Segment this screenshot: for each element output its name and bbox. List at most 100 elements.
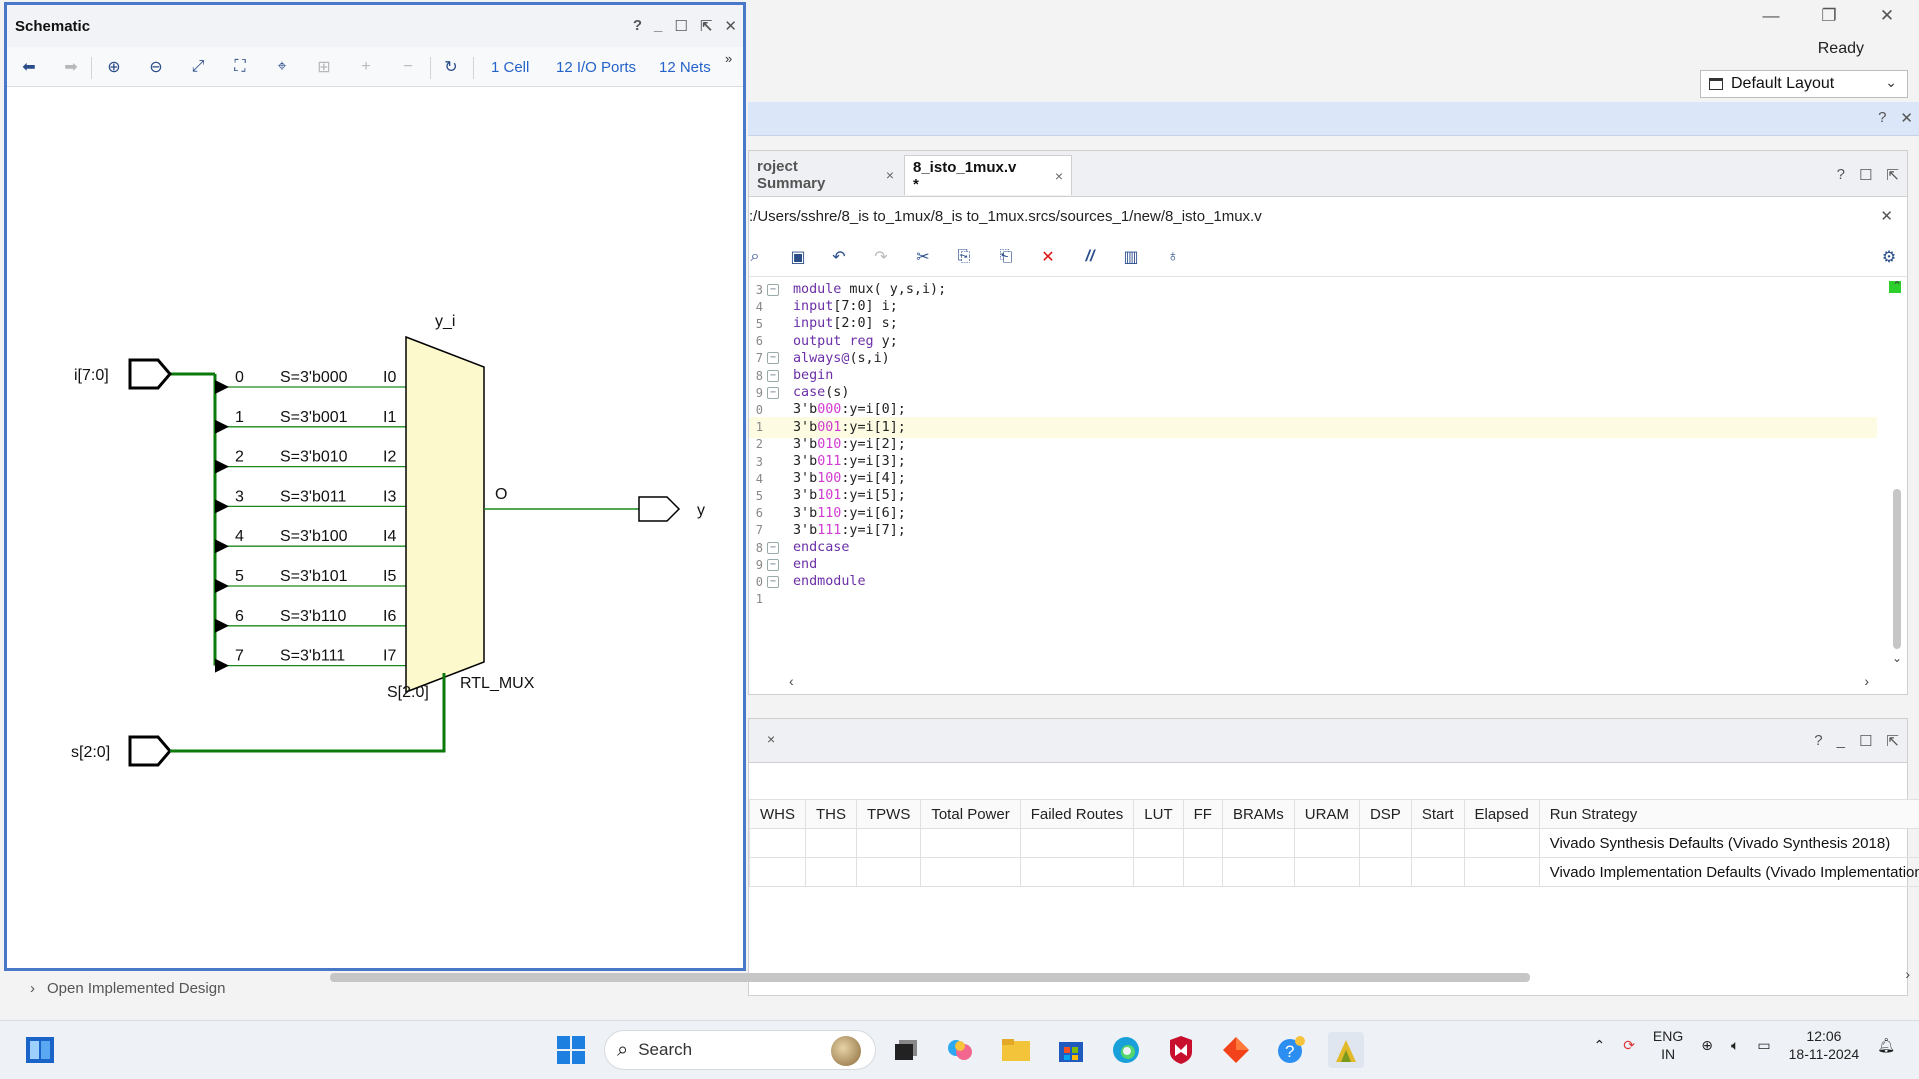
zoom-out-icon[interactable]: ⊖ bbox=[144, 55, 168, 79]
horizontal-scrollbar[interactable]: ‹ › bbox=[789, 673, 1869, 691]
paste-icon[interactable]: ⎗ bbox=[994, 245, 1018, 269]
help-icon[interactable]: ? bbox=[1878, 109, 1886, 127]
maximize-icon[interactable]: ☐ bbox=[1859, 732, 1872, 750]
horizontal-scrollbar[interactable]: › bbox=[320, 966, 1910, 984]
lightbulb-icon[interactable]: ♁ bbox=[1161, 245, 1185, 269]
zoom-fit-icon[interactable]: ⤢ bbox=[186, 55, 210, 79]
scrollbar-thumb[interactable] bbox=[330, 973, 1530, 982]
mcafee-icon[interactable] bbox=[1163, 1032, 1199, 1068]
close-icon[interactable]: ✕ bbox=[1880, 207, 1893, 225]
float-icon[interactable]: ⇱ bbox=[1886, 166, 1899, 184]
scroll-up-icon[interactable]: ⌃ bbox=[1892, 279, 1902, 293]
more-icon[interactable]: » bbox=[725, 51, 732, 66]
schematic-canvas[interactable]: 0 S=3'b000 I0 1 S=3'b001 I1 2 S=3'b010 I2 3 S=3'b0… bbox=[7, 87, 743, 968]
close-window-button[interactable]: ✕ bbox=[1864, 2, 1910, 30]
nets-link[interactable]: 12 Nets bbox=[659, 59, 711, 76]
expand-icon[interactable]: + bbox=[354, 55, 378, 79]
help-icon[interactable]: ? bbox=[633, 17, 642, 35]
close-icon[interactable]: ✕ bbox=[724, 17, 737, 35]
edge-icon[interactable] bbox=[1108, 1032, 1144, 1068]
task-view-icon[interactable] bbox=[888, 1032, 924, 1068]
column-header[interactable]: FF bbox=[1182, 799, 1223, 829]
delete-icon[interactable]: ✕ bbox=[1036, 245, 1060, 269]
tab-project-summary[interactable]: roject Summary × bbox=[749, 155, 902, 195]
column-header[interactable]: THS bbox=[805, 799, 857, 829]
crosshair-icon[interactable]: ⌖ bbox=[270, 55, 294, 79]
language-indicator[interactable]: ENG IN bbox=[1653, 1027, 1683, 1063]
tab-source-file[interactable]: 8_isto_1mux.v * × bbox=[904, 155, 1072, 195]
code-line[interactable]: 1 bbox=[749, 589, 1877, 610]
flow-navigator-item[interactable]: › Open Implemented Design bbox=[30, 980, 225, 997]
restore-button[interactable]: ❐ bbox=[1806, 2, 1852, 30]
scroll-left-icon[interactable]: ‹ bbox=[789, 673, 794, 689]
table-row[interactable]: Vivado Synthesis Defaults (Vivado Synthe… bbox=[749, 828, 1919, 858]
sync-icon[interactable]: ⟳ bbox=[1623, 1037, 1635, 1054]
minimize-icon[interactable]: _ bbox=[1837, 732, 1845, 750]
gear-icon[interactable]: ⚙ bbox=[1877, 245, 1901, 269]
column-header[interactable]: Run Strategy bbox=[1538, 799, 1919, 829]
tab-close-icon[interactable]: × bbox=[1055, 168, 1063, 184]
cut-icon[interactable]: ✂ bbox=[911, 245, 935, 269]
column-header[interactable]: WHS bbox=[749, 799, 806, 829]
maximize-icon[interactable]: ☐ bbox=[1859, 166, 1872, 184]
dock-icon[interactable]: ⇱ bbox=[700, 17, 713, 35]
start-icon[interactable] bbox=[553, 1032, 589, 1068]
float-icon[interactable]: ⇱ bbox=[1886, 732, 1899, 750]
vivado-icon[interactable] bbox=[1328, 1032, 1364, 1068]
layout-selector[interactable]: Default Layout ⌄ bbox=[1700, 70, 1908, 98]
minimize-icon[interactable]: _ bbox=[654, 17, 662, 35]
search-icon[interactable]: ⌕ bbox=[743, 245, 767, 269]
maximize-icon[interactable]: ☐ bbox=[674, 17, 687, 35]
scroll-right-icon[interactable]: › bbox=[1864, 673, 1869, 689]
scroll-right-icon[interactable]: › bbox=[1905, 966, 1910, 982]
refresh-icon[interactable]: ↻ bbox=[439, 55, 463, 79]
minimize-button[interactable]: — bbox=[1748, 2, 1794, 30]
column-header[interactable]: URAM bbox=[1293, 799, 1360, 829]
close-icon[interactable]: ✕ bbox=[1900, 109, 1913, 127]
column-header[interactable]: BRAMs bbox=[1221, 799, 1295, 829]
taskbar-search[interactable]: ⌕ Search bbox=[604, 1030, 876, 1070]
code-editor[interactable]: 3− module mux( y,s,i); 4 input[7:0] i; 5 inpu… bbox=[749, 279, 1877, 664]
column-header[interactable]: Elapsed bbox=[1463, 799, 1540, 829]
network-icon[interactable]: ⊕ bbox=[1701, 1037, 1713, 1054]
column-header[interactable]: Total Power bbox=[920, 799, 1021, 829]
fold-icon[interactable]: − bbox=[767, 386, 779, 399]
output-port-y[interactable] bbox=[638, 496, 681, 522]
back-icon[interactable]: ⬅ bbox=[17, 55, 41, 79]
clock[interactable]: 12:06 18-11-2024 bbox=[1789, 1027, 1860, 1063]
scroll-down-icon[interactable]: ⌄ bbox=[1892, 651, 1902, 665]
fold-icon[interactable]: − bbox=[767, 541, 779, 554]
column-header[interactable]: Start bbox=[1410, 799, 1465, 829]
input-port-s[interactable] bbox=[128, 735, 172, 767]
help-icon[interactable]: ? bbox=[1837, 166, 1845, 184]
chevron-up-icon[interactable]: ⌃ bbox=[1593, 1037, 1605, 1054]
cells-link[interactable]: 1 Cell bbox=[491, 59, 529, 76]
help-app-icon[interactable]: ? bbox=[1273, 1032, 1309, 1068]
collapse-icon[interactable]: − bbox=[396, 55, 420, 79]
redo-icon[interactable]: ↷ bbox=[869, 245, 893, 269]
help-icon[interactable]: ? bbox=[1814, 732, 1822, 750]
fold-icon[interactable]: − bbox=[767, 369, 779, 382]
table-row[interactable]: Vivado Implementation Defaults (Vivado I… bbox=[749, 857, 1919, 887]
mux-cell[interactable] bbox=[405, 335, 485, 694]
save-icon[interactable]: ▣ bbox=[786, 245, 810, 269]
undo-icon[interactable]: ↶ bbox=[827, 245, 851, 269]
battery-icon[interactable]: ▭ bbox=[1757, 1037, 1770, 1054]
input-port-i[interactable] bbox=[128, 358, 172, 390]
fold-icon[interactable]: − bbox=[767, 575, 779, 588]
zoom-area-icon[interactable]: ⛶ bbox=[228, 55, 252, 79]
scrollbar-thumb[interactable] bbox=[1893, 489, 1901, 649]
copy-icon[interactable]: ⎘ bbox=[952, 245, 976, 269]
store-icon[interactable] bbox=[1053, 1032, 1089, 1068]
copilot-icon[interactable] bbox=[942, 1032, 978, 1068]
column-header[interactable]: DSP bbox=[1358, 799, 1412, 829]
zoom-in-icon[interactable]: ⊕ bbox=[102, 55, 126, 79]
column-header[interactable]: TPWS bbox=[855, 799, 922, 829]
io-ports-link[interactable]: 12 I/O Ports bbox=[556, 59, 636, 76]
cell-icon[interactable]: ⊞ bbox=[312, 55, 336, 79]
fold-icon[interactable]: − bbox=[767, 352, 779, 365]
column-header[interactable]: LUT bbox=[1133, 799, 1184, 829]
column-header[interactable]: Failed Routes bbox=[1019, 799, 1135, 829]
comment-icon[interactable]: // bbox=[1078, 245, 1102, 269]
file-explorer-icon[interactable] bbox=[998, 1032, 1034, 1068]
